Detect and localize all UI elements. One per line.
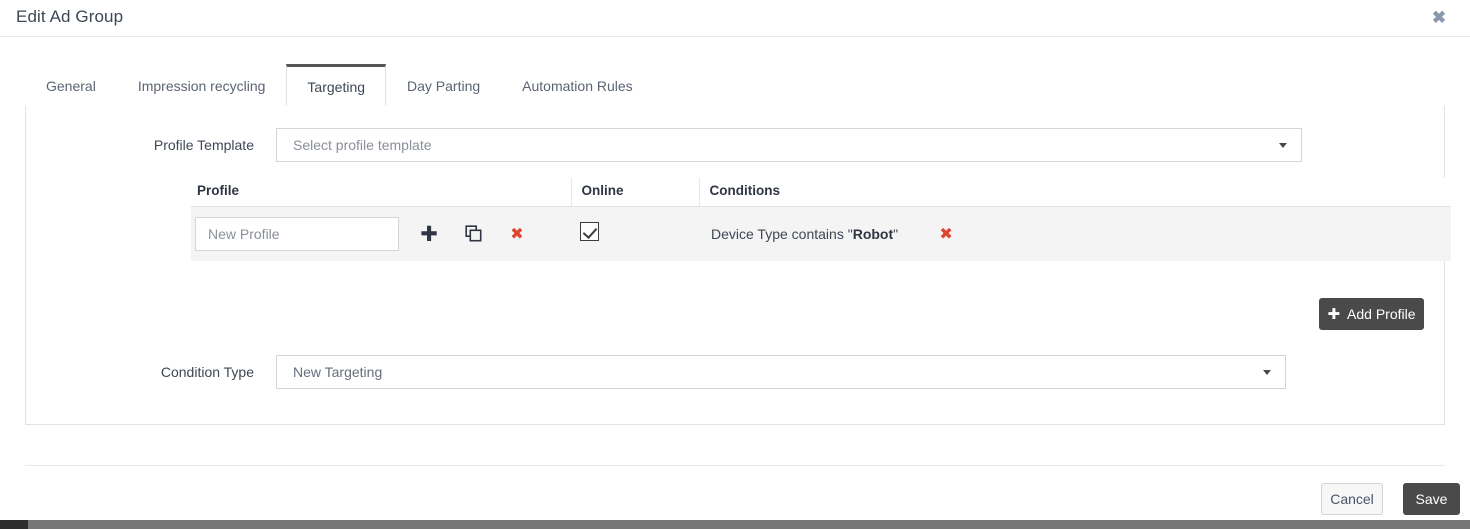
add-profile-button[interactable]: ✚ Add Profile — [1319, 298, 1424, 330]
cancel-button[interactable]: Cancel — [1321, 483, 1383, 515]
condition-text: Device Type contains "Robot" — [711, 226, 898, 242]
condition-quote-close: " — [893, 225, 899, 242]
chevron-down-icon — [1279, 143, 1287, 148]
delete-profile-button[interactable]: ✖ — [502, 219, 532, 249]
delete-condition-button[interactable]: ✖ — [931, 219, 961, 249]
online-cell — [571, 206, 699, 261]
tab-general[interactable]: General — [25, 64, 117, 106]
plus-icon: ✚ — [1327, 304, 1341, 323]
tab-label: Automation Rules — [522, 77, 633, 94]
edit-ad-group-modal: Edit Ad Group ✖ General Impression recyc… — [0, 0, 1470, 529]
condition-type-label: Condition Type — [160, 364, 254, 380]
column-header-online: Online — [570, 178, 699, 207]
profiles-table: Profile Online Conditions ✚ — [191, 178, 1451, 261]
close-x-icon: ✖ — [510, 223, 524, 243]
horizontal-scrollbar[interactable] — [0, 520, 1470, 529]
tab-automation-rules[interactable]: Automation Rules — [501, 64, 654, 106]
tab-day-parting[interactable]: Day Parting — [386, 64, 501, 106]
condition-prefix: Device Type contains — [711, 225, 848, 242]
tab-label: Targeting — [307, 79, 366, 95]
tab-label: General — [46, 77, 96, 94]
profile-template-row: Profile Template Select profile template — [26, 128, 1302, 162]
column-header-conditions: Conditions — [698, 178, 1451, 207]
targeting-panel: Profile Template Select profile template… — [25, 106, 1451, 425]
profile-template-label: Profile Template — [153, 137, 254, 153]
condition-type-select[interactable]: New Targeting — [276, 355, 1286, 389]
tab-label: Day Parting — [407, 77, 481, 94]
close-icon[interactable]: ✖ — [1429, 8, 1449, 28]
plus-icon: ✚ — [420, 221, 438, 246]
tab-label: Impression recycling — [137, 77, 266, 94]
profile-template-value: Select profile template — [293, 137, 432, 153]
tab-targeting[interactable]: Targeting — [286, 64, 387, 107]
conditions-cell: Device Type contains "Robot" ✖ — [699, 206, 1451, 261]
add-profile-label: Add Profile — [1347, 306, 1416, 322]
save-button[interactable]: Save — [1403, 483, 1460, 515]
table-header-row: Profile Online Conditions — [191, 178, 1451, 207]
tab-impression-recycling[interactable]: Impression recycling — [117, 64, 287, 106]
page-title: Edit Ad Group — [16, 7, 124, 26]
close-x-icon: ✖ — [939, 223, 953, 243]
online-checkbox[interactable] — [580, 221, 599, 241]
profile-cell: ✚ ✖ — [191, 206, 571, 261]
modal-header: Edit Ad Group ✖ — [0, 0, 1470, 37]
column-header-profile: Profile — [191, 178, 571, 207]
chevron-down-icon — [1263, 370, 1271, 375]
condition-type-value: New Targeting — [293, 364, 383, 380]
duplicate-profile-button[interactable] — [458, 219, 488, 249]
copy-icon — [464, 225, 481, 242]
add-profile-row-button[interactable]: ✚ — [414, 219, 444, 249]
condition-value: Robot — [852, 225, 894, 242]
tab-bar: General Impression recycling Targeting D… — [25, 64, 1445, 107]
profile-template-select[interactable]: Select profile template — [276, 128, 1302, 162]
table-row: ✚ ✖ — [191, 206, 1451, 261]
footer-divider — [25, 465, 1445, 466]
condition-type-row: Condition Type New Targeting — [26, 355, 1286, 389]
scrollbar-thumb[interactable] — [0, 520, 28, 529]
profile-name-input[interactable] — [195, 216, 399, 251]
